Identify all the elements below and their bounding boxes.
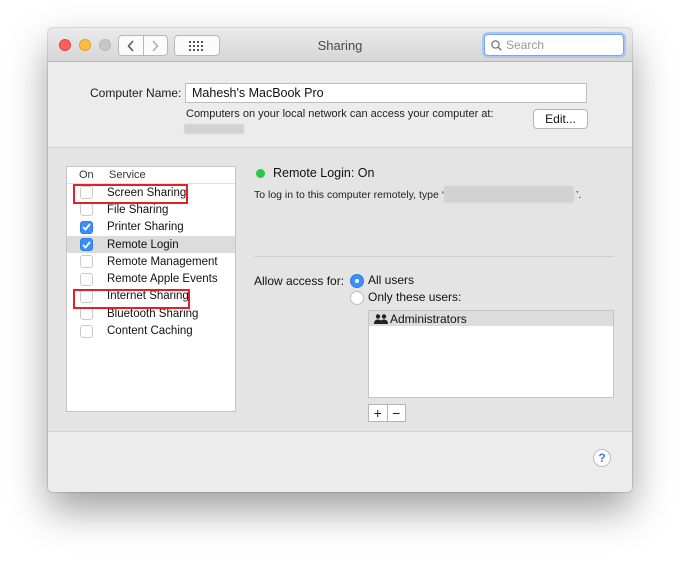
divider bbox=[254, 256, 614, 257]
remove-user-button[interactable]: − bbox=[386, 405, 406, 421]
column-header-on: On bbox=[79, 169, 94, 181]
remote-login-note-end: ’. bbox=[576, 189, 582, 201]
grid-icon bbox=[189, 40, 203, 51]
navigation-buttons bbox=[118, 35, 168, 56]
table-row[interactable]: Remote Login bbox=[67, 235, 235, 254]
computer-name-section: Computer Name: Mahesh's MacBook Pro Comp… bbox=[48, 62, 632, 148]
service-label: Remote Management bbox=[107, 255, 218, 268]
minimize-window-button[interactable] bbox=[79, 39, 91, 51]
search-field[interactable] bbox=[484, 34, 624, 56]
bottom-bar bbox=[48, 431, 632, 492]
all-users-label[interactable]: All users bbox=[368, 273, 414, 287]
back-button[interactable] bbox=[119, 36, 143, 55]
column-header-service: Service bbox=[109, 169, 146, 181]
service-checkbox[interactable] bbox=[80, 307, 93, 321]
table-row[interactable]: Printer Sharing bbox=[67, 219, 235, 236]
service-label: Printer Sharing bbox=[107, 221, 184, 234]
service-checkbox[interactable] bbox=[80, 255, 93, 269]
status-indicator bbox=[256, 169, 265, 178]
chevron-right-icon bbox=[152, 39, 159, 52]
edit-button[interactable]: Edit... bbox=[533, 109, 588, 129]
service-label: Bluetooth Sharing bbox=[107, 307, 199, 320]
table-row[interactable]: Content Caching bbox=[67, 322, 235, 339]
service-status: Remote Login: On bbox=[273, 166, 375, 180]
service-rows: Screen Sharing File Sharing Printer Sharin… bbox=[67, 184, 235, 340]
zoom-window-button[interactable] bbox=[99, 39, 111, 51]
list-item[interactable]: Administrators bbox=[369, 311, 613, 326]
all-users-radio[interactable] bbox=[350, 274, 364, 288]
service-detail: Remote Login: On To log in to this compu… bbox=[254, 166, 614, 426]
redacted-ssh-address bbox=[444, 186, 574, 203]
add-user-button[interactable]: + bbox=[369, 405, 387, 421]
search-input[interactable] bbox=[506, 38, 614, 52]
allow-access-label: Allow access for: bbox=[254, 274, 345, 288]
only-these-users-radio[interactable] bbox=[350, 291, 364, 305]
service-label: Remote Apple Events bbox=[107, 273, 218, 286]
service-checkbox[interactable] bbox=[80, 220, 93, 234]
redacted-address bbox=[184, 124, 244, 134]
service-checkbox[interactable] bbox=[80, 324, 93, 338]
service-checkbox[interactable] bbox=[80, 238, 93, 252]
search-icon bbox=[491, 39, 502, 51]
table-row[interactable]: Remote Management bbox=[67, 253, 235, 270]
table-row[interactable]: Remote Apple Events bbox=[67, 270, 235, 287]
highlight-internet-sharing bbox=[73, 289, 190, 309]
only-these-users-label[interactable]: Only these users: bbox=[368, 290, 461, 304]
highlight-screen-sharing bbox=[73, 184, 188, 204]
title-bar: Sharing bbox=[48, 28, 632, 62]
service-label: File Sharing bbox=[107, 203, 169, 216]
sharing-content: On Service Screen Sharing File Sharing Pri… bbox=[48, 148, 632, 492]
service-label: Remote Login bbox=[107, 238, 179, 251]
add-remove-buttons: + − bbox=[368, 404, 406, 422]
close-window-button[interactable] bbox=[59, 39, 71, 51]
service-checkbox[interactable] bbox=[80, 203, 93, 217]
computer-name-field[interactable]: Mahesh's MacBook Pro bbox=[185, 83, 587, 103]
forward-button[interactable] bbox=[142, 36, 168, 55]
local-network-note: Computers on your local network can acce… bbox=[186, 108, 494, 120]
users-list[interactable]: Administrators bbox=[368, 310, 614, 398]
service-label: Content Caching bbox=[107, 325, 193, 338]
service-list-header: On Service bbox=[67, 167, 235, 184]
service-checkbox[interactable] bbox=[80, 272, 93, 286]
help-button[interactable]: ? bbox=[593, 449, 611, 467]
computer-name-label: Computer Name: bbox=[90, 86, 182, 100]
show-all-button[interactable] bbox=[174, 35, 220, 56]
service-list: On Service Screen Sharing File Sharing Pri… bbox=[66, 166, 236, 412]
checkmark-icon bbox=[82, 223, 91, 232]
sharing-window: Sharing Computer Name: Mahesh's MacBook … bbox=[48, 28, 632, 492]
checkmark-icon bbox=[82, 240, 91, 249]
chevron-left-icon bbox=[127, 39, 134, 52]
group-icon bbox=[372, 313, 390, 324]
user-name: Administrators bbox=[390, 311, 467, 326]
remote-login-note: To log in to this computer remotely, typ… bbox=[254, 189, 445, 201]
